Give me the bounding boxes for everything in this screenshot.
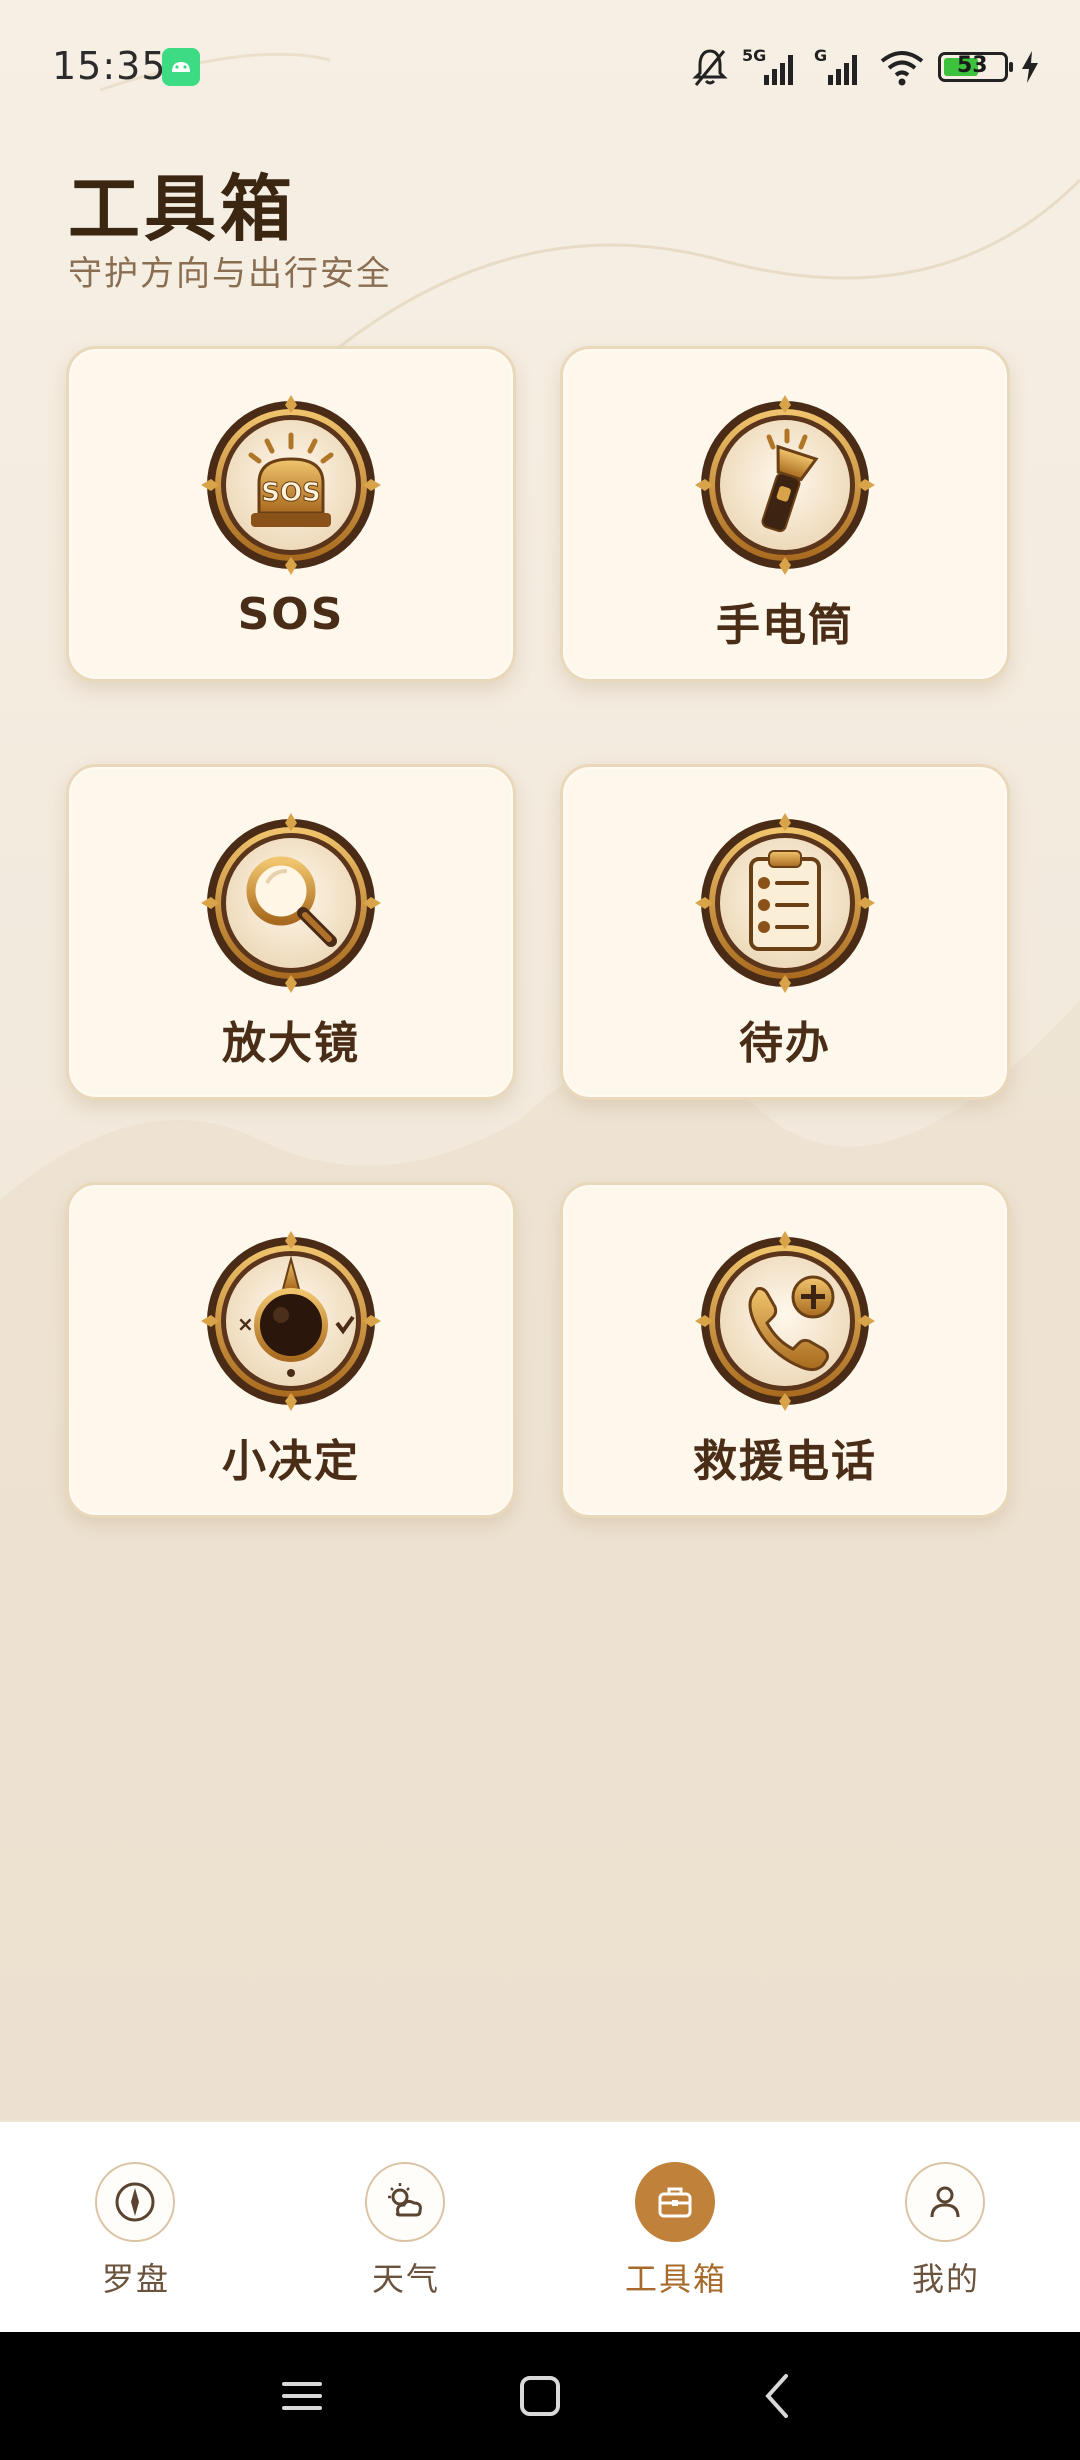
user-icon <box>905 2162 985 2242</box>
page-subtitle: 守护方向与出行安全 <box>68 254 392 294</box>
weather-icon <box>365 2162 445 2242</box>
decision-dial-icon: × <box>201 1231 381 1411</box>
flashlight-icon <box>695 395 875 575</box>
toolbox-icon <box>635 2162 715 2242</box>
system-nav-bar <box>0 2332 1080 2460</box>
nav-label: 工具箱 <box>624 2260 727 2298</box>
tool-card-todo[interactable]: 待办 <box>560 764 1010 1100</box>
rescue-phone-icon <box>695 1231 875 1411</box>
tool-label: 放大镜 <box>222 1018 360 1069</box>
tool-card-rescue-phone[interactable]: 救援电话 <box>560 1182 1010 1518</box>
tool-label: 救援电话 <box>693 1436 877 1487</box>
charging-icon <box>1022 51 1038 83</box>
wifi-icon <box>880 51 924 86</box>
status-bar: 15:35 5G G 53 <box>0 0 1080 136</box>
nav-label: 天气 <box>371 2260 440 2298</box>
compass-icon <box>95 2162 175 2242</box>
mute-bell-icon <box>692 49 728 86</box>
back-icon[interactable] <box>750 2368 806 2424</box>
page-title: 工具箱 <box>68 167 297 251</box>
tool-card-decision[interactable]: × 小决定 <box>66 1182 516 1518</box>
tool-label: 待办 <box>739 1018 831 1069</box>
svg-text:×: × <box>237 1312 254 1336</box>
tool-card-flashlight[interactable]: 手电筒 <box>560 346 1010 682</box>
tool-label: SOS <box>237 589 345 640</box>
nav-item-profile[interactable]: 我的 <box>866 2162 1026 2312</box>
clipboard-checklist-icon <box>695 813 875 993</box>
magnifier-icon <box>201 813 381 993</box>
tool-card-sos[interactable]: SOS SOS <box>66 346 516 682</box>
svg-text:G: G <box>814 46 827 65</box>
nav-item-weather[interactable]: 天气 <box>326 2162 486 2312</box>
menu-icon[interactable] <box>274 2368 330 2424</box>
android-icon <box>162 48 200 86</box>
status-icons: 5G G 53 <box>690 44 1040 90</box>
signal-g-icon: G <box>814 46 857 85</box>
nav-item-compass[interactable]: 罗盘 <box>56 2162 216 2312</box>
tool-card-magnifier[interactable]: 放大镜 <box>66 764 516 1100</box>
home-icon[interactable] <box>512 2368 568 2424</box>
battery-level: 53 <box>957 53 988 78</box>
tool-label: 小决定 <box>222 1436 360 1487</box>
signal-5g-icon: 5G <box>742 46 793 85</box>
bottom-nav: 罗盘 天气 工具箱 我的 <box>0 2122 1080 2332</box>
status-time: 15:35 <box>52 44 167 88</box>
svg-text:5G: 5G <box>742 46 766 65</box>
nav-label: 罗盘 <box>101 2260 170 2298</box>
battery-icon: 53 <box>938 52 1013 82</box>
tool-label: 手电筒 <box>716 600 854 651</box>
nav-item-toolbox[interactable]: 工具箱 <box>596 2162 756 2312</box>
nav-label: 我的 <box>911 2260 980 2298</box>
sos-badge-text: SOS <box>261 478 321 508</box>
sos-siren-icon: SOS <box>201 395 381 575</box>
